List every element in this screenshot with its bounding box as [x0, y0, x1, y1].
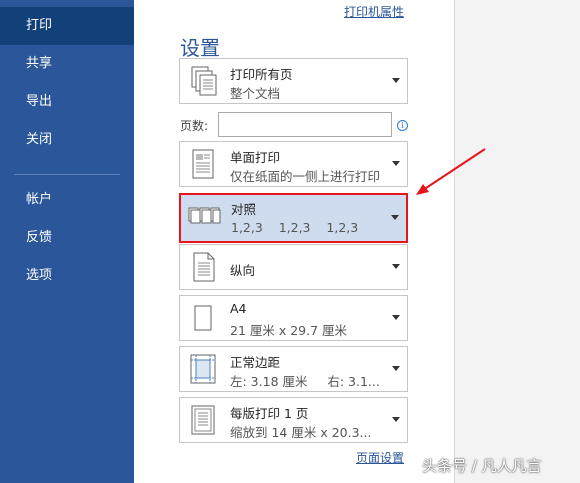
sidebar-item-print[interactable]: 打印 — [0, 7, 134, 45]
sidebar-item-export[interactable]: 导出 — [0, 83, 134, 121]
margins-subtitle: 左: 3.18 厘米 右: 3.1... — [230, 374, 380, 389]
sidebar-divider — [14, 174, 120, 175]
margins-dropdown[interactable]: 正常边距 左: 3.18 厘米 右: 3.1... — [179, 346, 408, 392]
annotation-arrow-icon — [416, 148, 486, 195]
sidebar-item-account[interactable]: 帐户 — [0, 181, 134, 219]
margins-icon — [190, 354, 216, 384]
paper-size-icon — [194, 305, 212, 331]
settings-title: 设置 — [180, 36, 220, 60]
sidebar-item-options[interactable]: 选项 — [0, 257, 134, 295]
orientation-dropdown[interactable]: 纵向 — [179, 244, 408, 290]
collation-title: 对照 — [231, 202, 257, 217]
collated-icon — [188, 207, 221, 224]
sidebar-item-share[interactable]: 共享 — [0, 45, 134, 83]
info-icon[interactable]: i — [397, 120, 408, 131]
one-sided-icon — [192, 149, 214, 179]
margins-title: 正常边距 — [230, 355, 281, 370]
chevron-down-icon — [392, 78, 400, 83]
collation-subtitle: 1,2,3 1,2,3 1,2,3 — [231, 220, 359, 235]
sidebar-item-close[interactable]: 关闭 — [0, 121, 134, 159]
paper-size-subtitle: 21 厘米 x 29.7 厘米 — [230, 323, 348, 338]
print-preview-area — [454, 0, 580, 483]
pages-per-sheet-dropdown[interactable]: 每版打印 1 页 缩放到 14 厘米 x 20.3... — [179, 397, 408, 443]
chevron-down-icon — [392, 417, 400, 422]
portrait-icon — [193, 252, 215, 282]
watermark-text: 头条号 / 凡人凡言 — [422, 457, 542, 475]
orientation-title: 纵向 — [230, 263, 256, 278]
page-setup-link[interactable]: 页面设置 — [356, 449, 404, 466]
pages-per-sheet-subtitle: 缩放到 14 厘米 x 20.3... — [230, 425, 372, 440]
chevron-down-icon — [392, 161, 400, 166]
pages-per-sheet-title: 每版打印 1 页 — [230, 406, 309, 421]
chevron-down-icon — [392, 315, 400, 320]
chevron-down-icon — [392, 264, 400, 269]
printer-properties-link[interactable]: 打印机属性 — [344, 3, 404, 20]
chevron-down-icon — [392, 366, 400, 371]
pages-input[interactable] — [218, 112, 392, 137]
chevron-down-icon — [391, 215, 399, 220]
collation-dropdown[interactable]: 对照 1,2,3 1,2,3 1,2,3 — [179, 193, 408, 243]
pages-label: 页数: — [180, 119, 209, 133]
pages-per-sheet-icon — [191, 405, 215, 435]
pages-stack-icon — [191, 66, 217, 96]
print-range-subtitle: 整个文档 — [230, 86, 281, 101]
print-range-title: 打印所有页 — [230, 67, 293, 82]
backstage-sidebar: 打印 共享 导出 关闭 帐户 反馈 选项 — [0, 0, 134, 483]
paper-size-title: A4 — [230, 301, 247, 316]
sides-dropdown[interactable]: 单面打印 仅在纸面的一侧上进行打印 — [179, 141, 408, 187]
sides-subtitle: 仅在纸面的一侧上进行打印 — [230, 169, 381, 184]
sidebar-item-feedback[interactable]: 反馈 — [0, 219, 134, 257]
print-range-dropdown[interactable]: 打印所有页 整个文档 — [179, 58, 408, 104]
paper-size-dropdown[interactable]: A4 21 厘米 x 29.7 厘米 — [179, 295, 408, 341]
sides-title: 单面打印 — [230, 150, 281, 165]
